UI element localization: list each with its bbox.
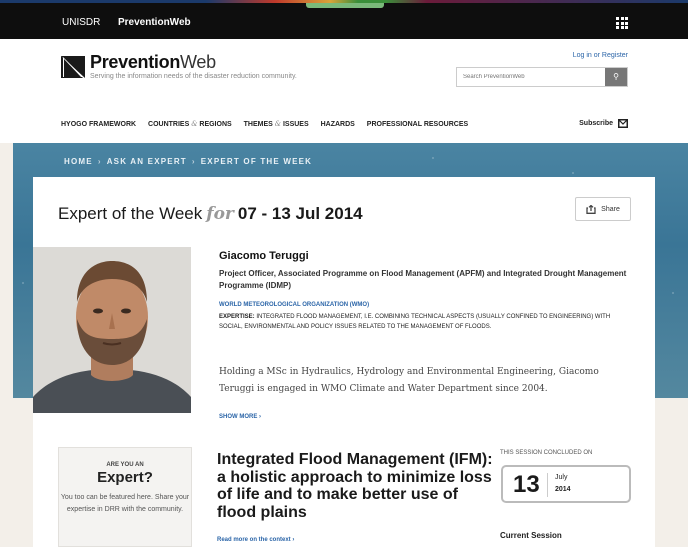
expert-box-heading: Expert? [97,469,153,486]
share-label: Share [601,205,620,213]
apps-grid-icon[interactable] [616,17,628,29]
nav-themes-issues[interactable]: THEMES & ISSUES [244,120,309,128]
logo-bold: Prevention [90,52,181,72]
expert-photo [33,247,191,413]
nav-hyogo-framework[interactable]: HYOGO FRAMEWORK [61,121,136,128]
nav-hazards[interactable]: HAZARDS [321,121,355,128]
breadcrumb-home[interactable]: HOME [64,157,93,166]
current-session-heading[interactable]: Current Session [500,531,562,540]
nav-professional-resources[interactable]: PROFESSIONAL RESOURCES [367,121,468,128]
search-button[interactable]: ⚲ [605,68,627,86]
date-divider [547,473,548,497]
search-input[interactable] [457,68,607,86]
subscribe-label: Subscribe [579,120,613,127]
read-more-context-link[interactable]: Read more on the context › [217,537,294,543]
session-topic-title: Integrated Flood Management (IFM): a hol… [217,451,493,521]
nav-countries-regions[interactable]: COUNTRIES & REGIONS [148,120,232,128]
expert-card: Expert of the Week for 07 - 13 Jul 2014 Sh… [33,177,655,547]
top-bar: UNISDR PreventionWeb [0,0,688,39]
session-concluded-label: THIS SESSION CONCLUDED ON [500,450,593,456]
breadcrumb-current: EXPERT OF THE WEEK [200,157,313,166]
page: UNISDR PreventionWeb PreventionWeb Servi… [0,0,688,547]
mail-icon [618,119,628,128]
expertise-text: INTEGRATED FLOOD MANAGEMENT, I.E. COMBIN… [219,314,611,330]
logo-light: Web [180,52,216,72]
search-box: ⚲ [456,67,628,87]
show-more-link[interactable]: SHOW MORE › [219,414,261,420]
session-day: 13 [513,471,540,498]
site-logo-text[interactable]: PreventionWeb [90,52,216,73]
page-title: Expert of the Week for 07 - 13 Jul 2014 [58,204,363,224]
expertise-label: EXPERTISE: [219,314,255,320]
search-icon: ⚲ [613,72,619,81]
unisdr-link[interactable]: UNISDR [62,17,100,28]
breadcrumb: HOME › ASK AN EXPERT › EXPERT OF THE WEEK [64,157,312,166]
breadcrumb-separator: › [97,157,102,166]
breadcrumb-separator: › [191,157,196,166]
main-nav: HYOGO FRAMEWORK COUNTRIES & REGIONS THEM… [61,120,478,128]
breadcrumb-ask-an-expert[interactable]: ASK AN EXPERT [107,157,187,166]
expert-organization-link[interactable]: WORLD METEOROLOGICAL ORGANIZATION (WMO) [219,302,369,308]
expert-portrait-image [33,247,191,413]
preventionweb-logo-icon[interactable] [61,56,85,78]
session-year: 2014 [555,486,571,493]
expert-box-kicker: ARE YOU AN [106,462,144,468]
expert-box-text: You too can be featured here. Share your… [60,494,190,513]
session-month: July [555,474,568,481]
login-register-link[interactable]: Log in or Register [573,52,628,59]
site-tagline: Serving the information needs of the dis… [90,73,297,80]
session-date-box: 13 July 2014 [501,465,631,503]
green-tab [306,3,384,8]
expert-role: Project Officer, Associated Programme on… [219,269,627,290]
share-icon [586,204,596,214]
site-header: PreventionWeb Serving the information ne… [0,39,688,143]
are-you-an-expert-box[interactable]: ARE YOU AN Expert? You too can be featur… [58,447,192,547]
expert-expertise: EXPERTISE: INTEGRATED FLOOD MANAGEMENT, … [219,312,629,332]
subscribe-link[interactable]: Subscribe [579,119,628,128]
share-button[interactable]: Share [575,197,631,221]
preventionweb-link[interactable]: PreventionWeb [118,17,191,28]
expert-bio: Holding a MSc in Hydraulics, Hydrology a… [219,367,599,394]
expert-name: Giacomo Teruggi [219,250,309,262]
